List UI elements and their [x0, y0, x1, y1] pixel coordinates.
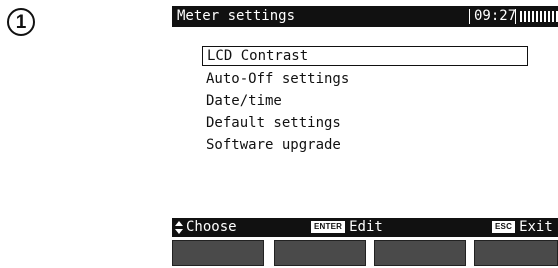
edit-label: Edit: [349, 219, 383, 235]
screen-title: Meter settings: [177, 8, 296, 24]
menu-item-software-upgrade[interactable]: Software upgrade: [202, 134, 528, 156]
softkey-3[interactable]: [374, 240, 466, 266]
header-divider: [515, 9, 516, 24]
clock-time: 09:27: [474, 8, 517, 24]
choose-hint: Choose: [175, 219, 237, 235]
up-down-arrows-icon: [175, 220, 183, 235]
menu-item-default-settings[interactable]: Default settings: [202, 112, 528, 134]
settings-menu: LCD Contrast Auto-Off settings Date/time…: [202, 46, 528, 156]
header-bar: Meter settings 09:27: [172, 6, 558, 27]
exit-hint: ESC Exit: [490, 219, 553, 235]
step-number: 1: [15, 11, 27, 33]
menu-item-auto-off-settings[interactable]: Auto-Off settings: [202, 68, 528, 90]
menu-item-date-time[interactable]: Date/time: [202, 90, 528, 112]
header-divider: [469, 9, 470, 24]
softkey-2[interactable]: [274, 240, 366, 266]
menu-item-lcd-contrast[interactable]: LCD Contrast: [202, 46, 528, 66]
edit-hint: ENTER Edit: [309, 219, 383, 235]
softkey-4[interactable]: [474, 240, 558, 266]
footer-bar: Choose ENTER Edit ESC Exit: [172, 218, 558, 237]
esc-key-icon: ESC: [490, 220, 517, 234]
softkey-1[interactable]: [172, 240, 264, 266]
enter-key-icon: ENTER: [309, 220, 347, 234]
softkey-row: [172, 237, 558, 266]
choose-label: Choose: [186, 219, 237, 235]
step-number-badge: 1: [7, 8, 35, 36]
exit-label: Exit: [519, 219, 553, 235]
battery-full-icon: [520, 11, 558, 22]
meter-screen: Meter settings 09:27 LCD Contrast Auto-O…: [172, 6, 558, 266]
